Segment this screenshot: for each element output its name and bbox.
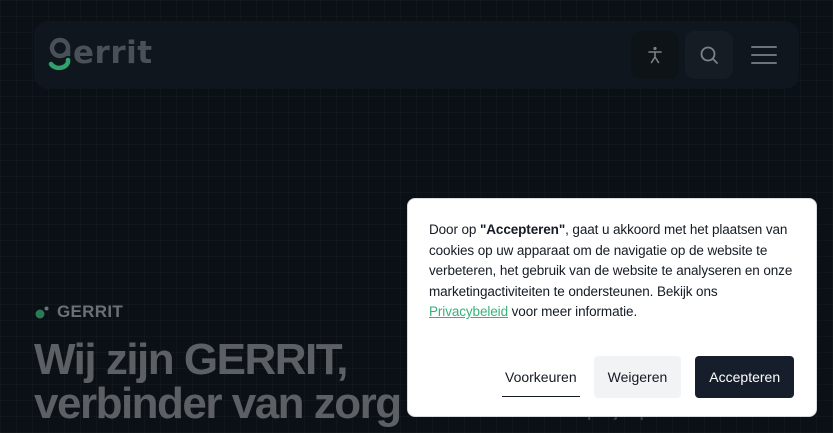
hamburger-menu-icon [751,46,777,64]
privacy-policy-link[interactable]: Privacybeleid [429,304,508,319]
logo-text: errit [73,35,153,71]
hero-title: Wij zijn GERRIT, verbinder van zorg [34,335,402,428]
menu-button[interactable] [748,43,780,67]
cookie-message: Door op "Accepteren", gaat u akkoord met… [429,220,799,323]
tag-dots-icon [34,304,50,320]
cookie-actions: Voorkeuren Weigeren Accepteren [502,356,795,398]
logo-g-mark [48,36,74,76]
cookie-text-bold: "Accepteren" [479,222,566,237]
hero-tag-label: GERRIT [57,302,124,321]
reject-button[interactable]: Weigeren [593,356,682,398]
hero-title-line-2: verbinder van zorg [34,379,402,428]
accessibility-person-icon [648,46,662,64]
search-icon [700,46,718,64]
hero-title-line-1: Wij zijn GERRIT, [34,335,348,384]
gerrit-logo[interactable]: errit [48,33,153,79]
cookie-text-end: voor meer informatie. [508,304,638,320]
search-button[interactable] [685,31,733,79]
cookie-text-before: Door op [429,222,480,237]
accessibility-button[interactable] [631,31,679,79]
accept-button[interactable]: Accepteren [695,356,795,398]
site-header: errit [34,21,799,89]
preferences-button[interactable]: Voorkeuren [502,357,580,397]
hero-tag: GERRIT [34,302,123,322]
cookie-consent-banner: Door op "Accepteren", gaat u akkoord met… [407,198,817,417]
